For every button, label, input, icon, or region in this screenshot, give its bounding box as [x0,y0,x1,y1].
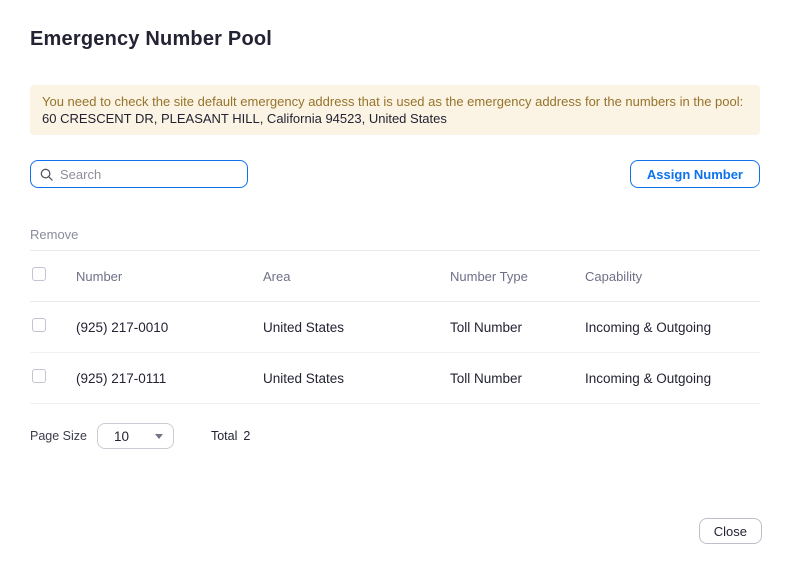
column-header-capability: Capability [585,269,760,284]
chevron-down-icon [155,434,163,439]
select-all-cell [30,267,76,286]
column-header-number: Number [76,269,263,284]
row-checkbox[interactable] [32,318,46,332]
pagination-bar: Page Size 10 Total 2 [30,423,760,449]
total-count: 2 [243,429,250,443]
bulk-actions-bar: Remove [30,227,760,243]
notice-banner: You need to check the site default emerg… [30,85,760,135]
cell-capability: Incoming & Outgoing [585,371,760,386]
search-input[interactable] [60,167,238,182]
total-summary: Total 2 [211,429,250,443]
assign-number-button[interactable]: Assign Number [630,160,760,188]
row-select-cell [30,318,76,337]
emergency-number-pool-dialog: Emergency Number Pool You need to check … [0,0,790,565]
cell-number-type: Toll Number [450,320,585,335]
notice-warning-text: You need to check the site default emerg… [42,93,748,110]
page-size-value: 10 [114,429,129,444]
table-row: (925) 217-0111 United States Toll Number… [30,353,760,404]
row-select-cell [30,369,76,388]
remove-action[interactable]: Remove [30,227,78,242]
page-size-label: Page Size [30,429,87,443]
row-checkbox[interactable] [32,369,46,383]
total-label: Total [211,429,237,443]
cell-area: United States [263,371,450,386]
page-size-select[interactable]: 10 [97,423,174,449]
table-header-row: Number Area Number Type Capability [30,251,760,302]
column-header-number-type: Number Type [450,269,585,284]
page-title: Emergency Number Pool [30,26,760,52]
search-box[interactable] [30,160,248,188]
toolbar: Assign Number [30,160,760,188]
search-icon [40,168,53,181]
cell-number: (925) 217-0010 [76,320,263,335]
cell-area: United States [263,320,450,335]
table-row: (925) 217-0010 United States Toll Number… [30,302,760,353]
notice-address-text: 60 CRESCENT DR, PLEASANT HILL, Californi… [42,110,748,127]
cell-number-type: Toll Number [450,371,585,386]
close-button[interactable]: Close [699,518,762,544]
column-header-area: Area [263,269,450,284]
cell-number: (925) 217-0111 [76,371,263,386]
select-all-checkbox[interactable] [32,267,46,281]
cell-capability: Incoming & Outgoing [585,320,760,335]
